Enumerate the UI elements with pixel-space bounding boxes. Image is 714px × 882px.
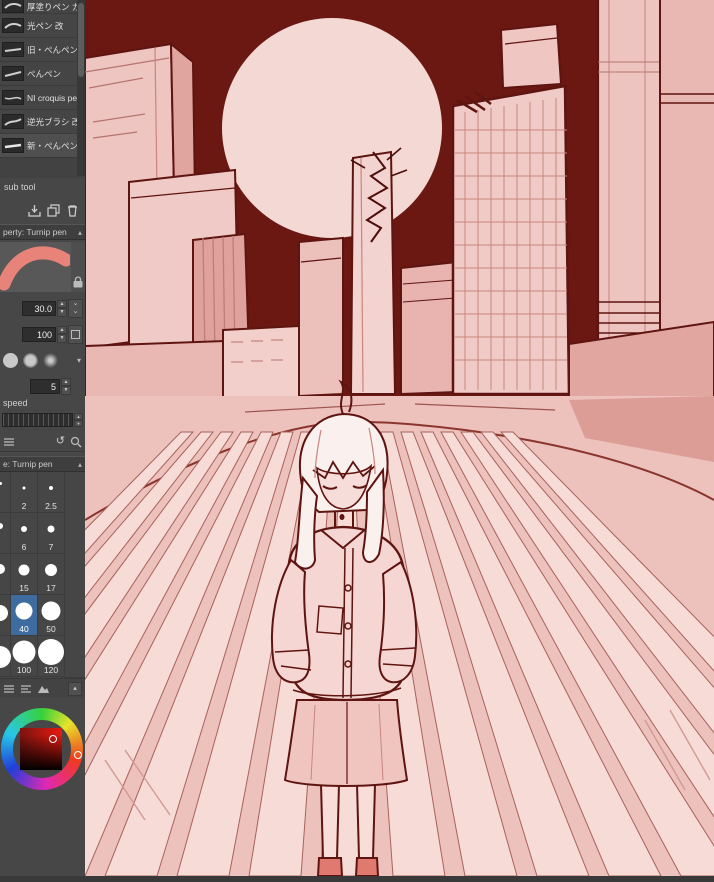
brush-size-field[interactable]: 30.0 xyxy=(22,300,56,316)
detail-view-icon[interactable] xyxy=(20,684,32,694)
size-cell-partial[interactable] xyxy=(0,554,11,595)
scrollbar-thumb[interactable] xyxy=(78,3,84,77)
size-column-1: 2 6 15 40 100 xyxy=(11,472,38,678)
tool-list-item[interactable]: NI croquis pen xyxy=(0,86,85,110)
tool-item-label: 旧・ぺんペン xyxy=(27,44,79,55)
duplicate-button[interactable] xyxy=(46,203,61,218)
speed-label: speed xyxy=(3,398,28,408)
tool-list-item[interactable]: 逆光ブラシ 改 xyxy=(0,110,85,134)
size-cell[interactable]: 50 xyxy=(38,595,65,636)
size-cell-partial[interactable] xyxy=(0,513,11,554)
size-cell-partial[interactable] xyxy=(0,636,11,677)
stabilization-stepper[interactable]: ▲ ▼ xyxy=(61,377,71,395)
size-cell[interactable]: 17 xyxy=(38,554,65,595)
scroll-up-button[interactable]: ▴ xyxy=(68,681,82,696)
tool-item-label: ぺんペン xyxy=(27,68,62,79)
hue-marker[interactable] xyxy=(74,751,82,759)
speed-slider-row: ▲ ▼ xyxy=(2,413,83,427)
tool-list-scrollbar[interactable] xyxy=(77,0,85,176)
collapse-icon[interactable]: ▴ xyxy=(78,228,82,237)
palette-footer: ▴ xyxy=(0,678,85,698)
size-cell-partial[interactable] xyxy=(0,595,11,636)
brush-size-row: 30.0 ▲ ▼ ⌄ ⌄ xyxy=(0,296,85,320)
stabilization-row: 5 ▲ ▼ xyxy=(0,374,85,398)
opacity-dynamics-button[interactable] xyxy=(68,324,83,344)
clipped-size-column xyxy=(0,472,11,678)
brush-stroke-preview xyxy=(0,242,71,292)
size-cell-selected[interactable]: 40 xyxy=(11,595,38,636)
settings-bars-icon[interactable] xyxy=(3,437,15,447)
grid-filler xyxy=(65,472,85,678)
opacity-row: 100 ▲ ▼ xyxy=(0,322,85,346)
brush-preview xyxy=(0,242,85,292)
tool-list-item[interactable]: 光ペン 改 xyxy=(0,14,85,38)
brush-stroke-icon xyxy=(2,18,24,33)
stabilization-field[interactable]: 5 xyxy=(30,378,60,394)
size-cell[interactable]: 6 xyxy=(11,513,38,554)
brush-size-palette-header[interactable]: e: Turnip pen ▴ xyxy=(0,456,85,472)
soft-tip-icon[interactable] xyxy=(43,352,58,368)
brush-size-palette-title: e: Turnip pen xyxy=(3,459,53,469)
sv-marker[interactable] xyxy=(49,735,57,743)
lock-icon xyxy=(73,276,83,288)
size-column-2: 2.5 7 17 50 120 xyxy=(38,472,65,678)
size-cell[interactable]: 2 xyxy=(11,472,38,513)
color-wheel-panel xyxy=(0,700,85,882)
opacity-stepper[interactable]: ▲ ▼ xyxy=(57,325,67,343)
sub-tool-actions xyxy=(0,200,83,220)
opacity-field[interactable]: 100 xyxy=(22,326,56,342)
size-cell[interactable]: 120 xyxy=(38,636,65,677)
size-cell[interactable]: 100 xyxy=(11,636,38,677)
window-bottom-edge xyxy=(0,876,714,882)
size-cell[interactable]: 15 xyxy=(11,554,38,595)
tool-property-header[interactable]: perty: Turnip pen ▴ xyxy=(0,224,85,240)
moon xyxy=(222,18,442,238)
brush-stroke-icon xyxy=(2,42,24,57)
pressure-dynamics-button[interactable]: ⌄ ⌄ xyxy=(68,298,83,318)
brush-stroke-icon xyxy=(2,138,24,153)
speed-slider[interactable] xyxy=(2,413,73,427)
brush-tip-row: ▾ xyxy=(0,348,85,372)
medium-tip-icon[interactable] xyxy=(23,352,38,368)
history-icon[interactable]: ↺ xyxy=(56,436,65,447)
import-button[interactable] xyxy=(27,203,42,218)
canvas-illustration xyxy=(85,0,714,882)
size-cell-partial[interactable] xyxy=(0,472,11,513)
brush-stroke-icon xyxy=(2,66,24,81)
size-cell[interactable]: 2.5 xyxy=(38,472,65,513)
speed-stepper[interactable]: ▲ ▼ xyxy=(74,413,83,427)
lock-strip[interactable] xyxy=(71,242,85,292)
tool-item-label: 厚塗りペン ガ xyxy=(27,2,81,12)
mountain-icon[interactable] xyxy=(37,684,50,694)
chevron-down-icon[interactable]: ▾ xyxy=(77,356,81,365)
brush-size-grid: 2 6 15 40 100 2.5 7 17 50 120 xyxy=(0,472,85,678)
tool-list-item[interactable]: 厚塗りペン ガ xyxy=(0,0,85,14)
hard-tip-icon[interactable] xyxy=(3,352,18,368)
brush-stroke-icon xyxy=(2,114,24,129)
tool-item-label: 光ペン 改 xyxy=(27,20,64,31)
canvas-viewport[interactable] xyxy=(85,0,714,882)
sub-tool-caption: sub tool xyxy=(4,182,36,192)
brush-stroke-icon xyxy=(2,90,24,105)
property-footer: ↺ xyxy=(0,432,85,452)
tool-list-item[interactable]: ぺんペン xyxy=(0,62,85,86)
tool-property-title: perty: Turnip pen xyxy=(3,227,67,237)
left-tool-panel: 厚塗りペン ガ 光ペン 改 旧・ぺんペン ぺんペン NI croquis pen xyxy=(0,0,85,882)
list-view-icon[interactable] xyxy=(3,684,15,694)
tool-list-item[interactable]: 旧・ぺんペン xyxy=(0,38,85,62)
search-icon[interactable] xyxy=(70,436,82,448)
collapse-icon[interactable]: ▴ xyxy=(78,460,82,469)
brush-stroke-icon xyxy=(2,0,24,13)
brush-size-stepper[interactable]: ▲ ▼ xyxy=(57,299,67,317)
sub-tool-list: 厚塗りペン ガ 光ペン 改 旧・ぺんペン ぺんペン NI croquis pen xyxy=(0,0,85,178)
saturation-value-square[interactable] xyxy=(20,728,62,770)
tool-item-label: 新・ぺんペン xyxy=(27,140,79,151)
size-cell[interactable]: 7 xyxy=(38,513,65,554)
tool-list-item-selected[interactable]: 新・ぺんペン xyxy=(0,134,85,158)
tool-item-label: NI croquis pen xyxy=(27,92,82,103)
tool-item-label: 逆光ブラシ 改 xyxy=(27,116,81,127)
trash-button[interactable] xyxy=(65,203,80,218)
